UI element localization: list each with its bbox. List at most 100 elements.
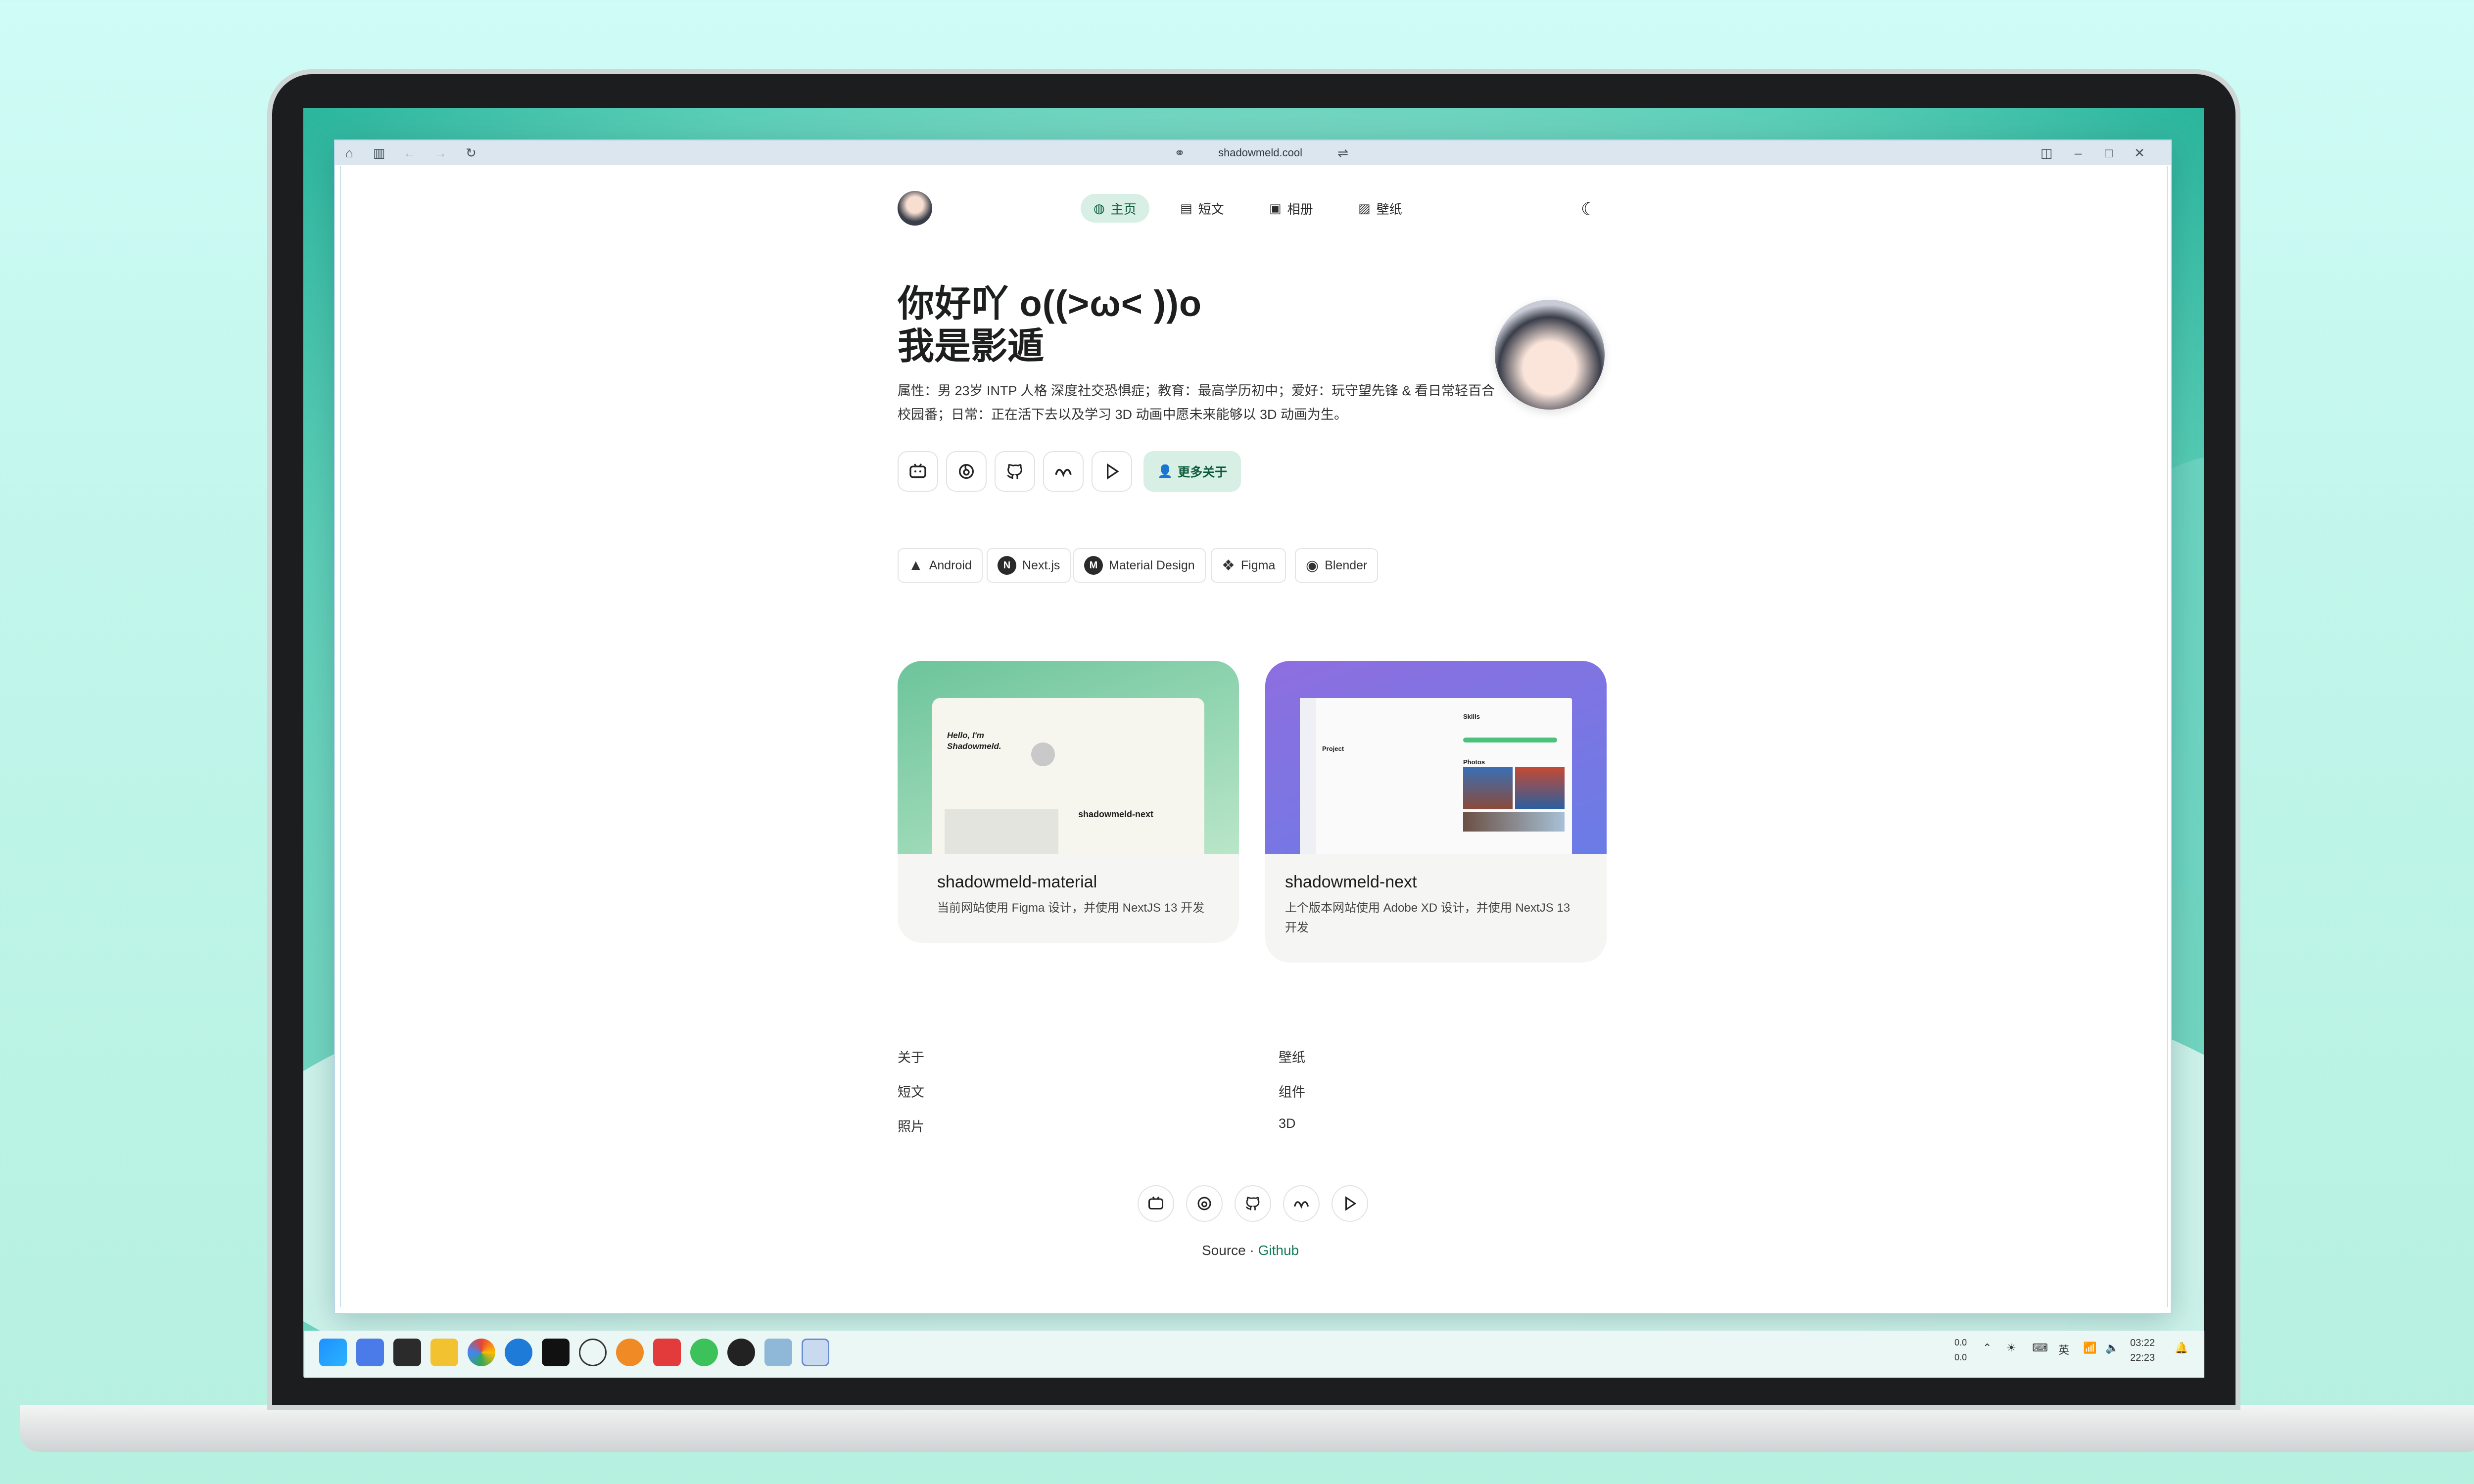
footer-link-photos[interactable]: 照片	[898, 1116, 924, 1135]
pycharm-icon[interactable]	[542, 1339, 570, 1366]
extensions-icon[interactable]: ⌂	[341, 144, 358, 161]
preview-project-label: Project	[1322, 745, 1344, 752]
maximize-icon[interactable]: □	[2100, 144, 2117, 161]
volume-icon[interactable]: 🔈	[2105, 1342, 2119, 1354]
wechat-icon[interactable]	[690, 1339, 718, 1366]
netease-music-icon	[959, 464, 974, 479]
more-about-button[interactable]: 👤 更多关于	[1143, 451, 1241, 492]
project-title: shadowmeld-next	[1285, 873, 1417, 891]
search-icon[interactable]	[579, 1339, 607, 1366]
active-app-icon[interactable]	[802, 1339, 829, 1366]
play-icon	[1107, 463, 1119, 480]
file-explorer-icon[interactable]	[430, 1339, 458, 1366]
preview-avatar	[1031, 742, 1055, 766]
preview-sidebar	[1300, 698, 1316, 854]
footer-link-3d[interactable]: 3D	[1279, 1116, 1296, 1131]
separator-dot: ·	[1249, 1243, 1254, 1258]
github-button[interactable]	[995, 451, 1035, 492]
edge-icon[interactable]	[505, 1339, 532, 1366]
qq-icon[interactable]	[727, 1339, 755, 1366]
preview-photo	[1463, 812, 1565, 832]
footer-github-button[interactable]	[1235, 1185, 1271, 1222]
footer-link-components[interactable]: 组件	[1279, 1081, 1305, 1101]
ime-indicator[interactable]: 英	[2058, 1342, 2069, 1357]
split-view-icon[interactable]: ◫	[2038, 144, 2055, 161]
kuaishou-button[interactable]	[1043, 451, 1084, 492]
profile-avatar	[1495, 300, 1605, 410]
footer-link-wallpaper[interactable]: 壁纸	[1279, 1047, 1305, 1066]
github-link[interactable]: Github	[1258, 1243, 1299, 1258]
preview-progress	[1463, 738, 1557, 742]
clock-date[interactable]: 22:23	[2130, 1352, 2155, 1364]
skill-chip-android[interactable]: ▲ Android	[898, 548, 983, 583]
reload-icon[interactable]: ↻	[463, 144, 479, 161]
footer-bilibili-button[interactable]	[1138, 1185, 1174, 1222]
clock-time[interactable]: 03:22	[2130, 1338, 2155, 1349]
skill-chip-figma[interactable]: ❖ Figma	[1211, 548, 1286, 583]
preview-photo	[1515, 767, 1565, 809]
material-icon: M	[1084, 556, 1103, 575]
project-desc: 当前网站使用 Figma 设计，并使用 NextJS 13 开发	[937, 901, 1205, 915]
terminal-icon[interactable]	[393, 1339, 421, 1366]
nav-item-wallpaper[interactable]: ▨ 壁纸	[1345, 194, 1415, 223]
preview-name: shadowmeld-next	[1078, 809, 1154, 819]
project-card[interactable]: Hello, I'm Shadowmeld. shadowmeld-next s…	[898, 661, 1239, 943]
back-icon[interactable]: ←	[401, 144, 418, 161]
brightness-icon[interactable]: ☀	[2006, 1342, 2016, 1354]
laptop-base	[20, 1405, 2474, 1452]
footer-play-button[interactable]	[1332, 1185, 1368, 1222]
play-button[interactable]	[1092, 451, 1132, 492]
footer-link-articles[interactable]: 短文	[898, 1081, 924, 1101]
more-about-label: 更多关于	[1178, 465, 1228, 479]
wallpaper-icon: ▨	[1358, 200, 1371, 216]
bilibili-icon	[1148, 1196, 1163, 1209]
nav-item-home[interactable]: ◍ 主页	[1081, 194, 1149, 223]
kuaishou-icon	[1055, 468, 1072, 477]
skill-chip-material[interactable]: M Material Design	[1073, 548, 1206, 583]
nav-item-articles[interactable]: ▤ 短文	[1167, 194, 1237, 223]
minimize-icon[interactable]: –	[2070, 144, 2087, 161]
moon-icon[interactable]: ☾	[1578, 198, 1600, 220]
nav-item-album[interactable]: ▣ 相册	[1256, 194, 1326, 223]
netease-music-button[interactable]	[946, 451, 987, 492]
skill-chip-nextjs[interactable]: N Next.js	[987, 548, 1071, 583]
web-page: ◍ 主页 ▤ 短文 ▣ 相册 ▨ 壁纸 ☾ 你好吖 o((>ω< ))o 我是影…	[340, 166, 2168, 1307]
skill-label: Android	[929, 558, 972, 572]
sidebar-icon[interactable]: ▥	[371, 144, 387, 161]
play-icon	[1345, 1196, 1357, 1211]
chrome-icon[interactable]	[468, 1339, 495, 1366]
address-bar[interactable]: shadowmeld.cool	[1186, 144, 1334, 161]
taskbar: 0.0 0.0 ⌃ ☀ ⌨ 英 📶 🔈 03:22 22:23 🔔	[304, 1331, 2204, 1378]
home-icon: ◍	[1094, 200, 1105, 216]
bilibili-button[interactable]	[898, 451, 938, 492]
close-icon[interactable]: ✕	[2131, 144, 2148, 161]
app-icon[interactable]	[356, 1339, 384, 1366]
nav-label: 短文	[1198, 201, 1224, 217]
blender-icon[interactable]	[616, 1339, 644, 1366]
person-icon: 👤	[1157, 464, 1173, 478]
footer-kuaishou-button[interactable]	[1283, 1185, 1320, 1222]
start-icon[interactable]	[319, 1339, 347, 1366]
settings-icon[interactable]: ⇌	[1334, 144, 1351, 161]
net-down: 0.0	[1954, 1352, 1967, 1362]
project-card[interactable]: Project Skills Photos shadowmeld-next 上个…	[1265, 661, 1607, 963]
footer-link-about[interactable]: 关于	[898, 1047, 924, 1066]
wifi-icon[interactable]: 📶	[2083, 1342, 2096, 1354]
project-title: shadowmeld-material	[937, 873, 1097, 891]
forward-icon[interactable]: →	[432, 144, 449, 161]
keyboard-icon[interactable]: ⌨	[2032, 1342, 2048, 1354]
album-icon: ▣	[1269, 200, 1282, 216]
monitor-icon[interactable]	[764, 1339, 792, 1366]
kuaishou-icon	[1293, 1201, 1309, 1209]
bio-text: 属性：男 23岁 INTP 人格 深度社交恐惧症；教育：最高学历初中；爱好：玩守…	[898, 383, 1495, 422]
browser-window: ⌂ ▥ ← → ↻ ⚭ shadowmeld.cool ⇌ ◫ – □ ✕ ◍ …	[334, 139, 2172, 1314]
netease-music-icon[interactable]	[653, 1339, 681, 1366]
footer-netease-music-button[interactable]	[1186, 1185, 1223, 1222]
chevron-up-icon[interactable]: ⌃	[1983, 1342, 1992, 1354]
skill-label: Next.js	[1022, 558, 1060, 572]
skill-chip-blender[interactable]: ◉ Blender	[1295, 548, 1379, 583]
bilibili-icon	[909, 464, 926, 478]
notification-icon[interactable]: 🔔	[2175, 1342, 2188, 1354]
netease-music-icon	[1197, 1197, 1211, 1210]
avatar[interactable]	[898, 191, 932, 226]
